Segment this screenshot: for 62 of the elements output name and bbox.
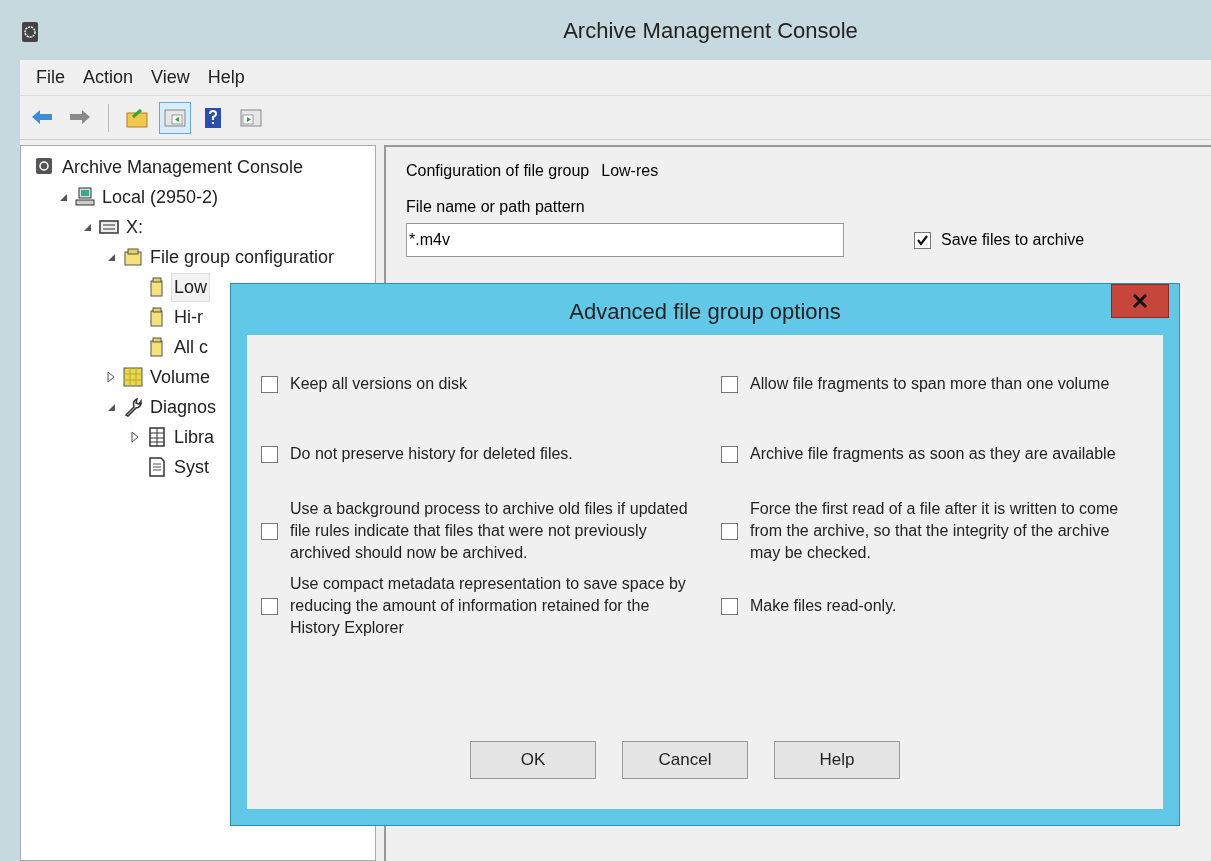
tree-item[interactable]: Libra [171, 422, 218, 452]
checkbox[interactable] [261, 445, 278, 463]
table-icon [147, 427, 167, 447]
menu-item[interactable]: File [30, 64, 71, 91]
document-icon [147, 457, 167, 477]
expanded-arrow-icon[interactable] [106, 252, 116, 262]
dialog-button[interactable]: Cancel [622, 741, 748, 779]
computer-icon [75, 187, 95, 207]
checkbox[interactable] [721, 375, 738, 393]
tree-item[interactable]: X: [123, 212, 146, 242]
checkbox[interactable] [721, 445, 738, 463]
checkbox-label: Force the first read of a file after it is written to come from the archive, so that the integrity of the archive may be checked. [750, 499, 1120, 563]
pattern-input[interactable]: *.m4v [406, 223, 844, 257]
pane-icon [163, 106, 187, 129]
menu-item[interactable]: Action [77, 64, 140, 91]
tree-item[interactable]: All c [171, 332, 211, 362]
drive-icon [99, 217, 119, 237]
tree-item[interactable]: Archive Management Console [59, 152, 307, 182]
expanded-arrow-icon[interactable] [58, 192, 68, 202]
wrench-icon [123, 397, 143, 417]
checkbox[interactable] [261, 375, 278, 393]
config-heading: Configuration of file group [406, 161, 590, 181]
tree-item[interactable]: Local (2950-2) [99, 182, 222, 212]
checkbox[interactable] [261, 522, 278, 540]
checkbox-label: Archive file fragments as soon as they are available [750, 444, 1117, 464]
checkbox-label: Save files to archive [941, 230, 1085, 250]
app-icon[interactable] [22, 22, 40, 42]
menu-item[interactable]: Help [201, 64, 251, 91]
group-name: Low-res [601, 161, 659, 181]
tree-item[interactable]: Low [171, 272, 211, 302]
window-title: Archive Management Console [562, 16, 858, 45]
collapsed-arrow-icon[interactable] [131, 431, 139, 443]
expanded-arrow-icon[interactable] [82, 222, 92, 232]
checkbox[interactable] [721, 597, 738, 615]
checkbox-label: Do not preserve history for deleted files. [290, 444, 574, 464]
tree-item[interactable]: Syst [171, 452, 212, 482]
grid-icon [123, 367, 143, 387]
pane-icon [239, 106, 263, 129]
tree-item[interactable]: File group configuratior [147, 242, 338, 272]
box-icon [123, 247, 143, 267]
close-button[interactable] [1111, 284, 1169, 318]
dialog-button[interactable]: Help [774, 741, 900, 779]
checkbox-label: Use compact metadata representation to save space by reducing the amount of information retained for the History Explorer [290, 574, 687, 638]
dialog-button[interactable]: OK [470, 741, 596, 779]
expanded-arrow-icon[interactable] [106, 402, 116, 412]
tree-item[interactable]: Hi-r [171, 302, 206, 332]
checkbox[interactable] [721, 522, 738, 540]
tree-item[interactable]: Volume [147, 362, 214, 392]
folder-icon [125, 106, 149, 129]
checkbox-label: Use a background process to archive old files if updated file rules indicate that files that were not previously archived should now be archived. [290, 499, 689, 563]
checkbox-label: Make files read-only. [750, 596, 898, 616]
pattern-label: File name or path pattern [406, 197, 586, 217]
dialog-title: Advanced file group options [569, 298, 841, 326]
checkbox[interactable] [261, 597, 278, 615]
checkbox-label: Allow file fragments to span more than one volume [750, 374, 1111, 394]
console-icon [35, 157, 55, 177]
close-icon [1132, 294, 1148, 308]
checkbox[interactable] [914, 231, 931, 249]
checkbox-label: Keep all versions on disk [290, 374, 468, 394]
tree-item[interactable]: Diagnos [147, 392, 220, 422]
menu-item[interactable]: View [145, 64, 196, 91]
collapsed-arrow-icon[interactable] [107, 371, 115, 383]
